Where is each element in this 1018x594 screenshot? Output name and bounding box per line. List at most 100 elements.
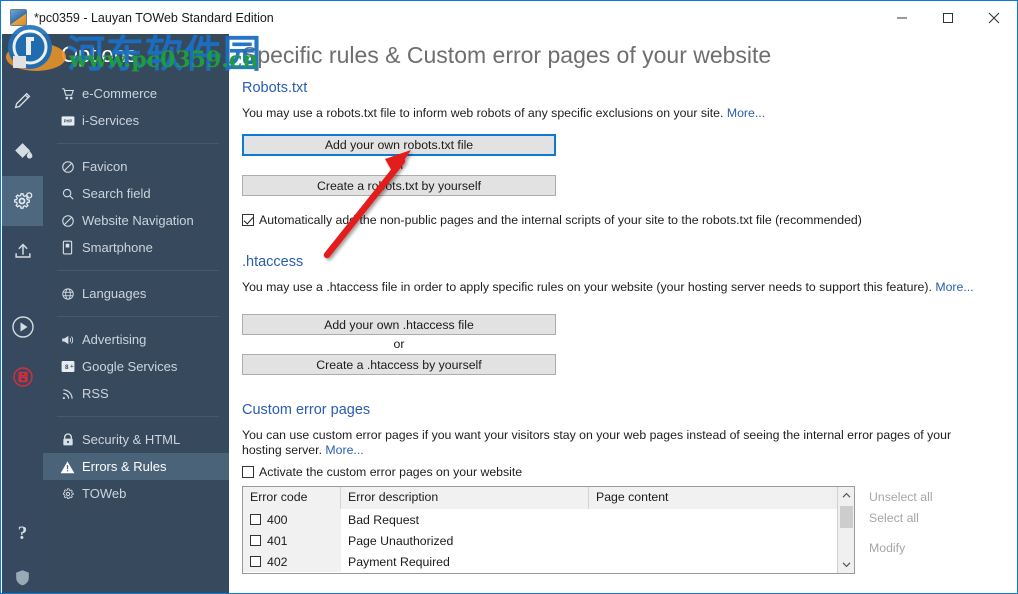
sidebar-item-errors-rules[interactable]: Errors & Rules (43, 453, 229, 480)
error-pages-description: You can use custom error pages if you wa… (242, 428, 982, 458)
sidebar-item-label: TOWeb (82, 486, 127, 501)
row-page-content (589, 551, 832, 572)
table-scrollbar[interactable] (837, 487, 854, 573)
create-robots-button[interactable]: Create a robots.txt by yourself (242, 175, 556, 196)
error-pages-description-line2: server. (285, 443, 322, 457)
row-error-code[interactable]: 401 (243, 530, 341, 551)
sidebar-item-website-navigation[interactable]: Website Navigation (43, 207, 229, 234)
row-checkbox[interactable] (250, 514, 261, 525)
gear-icon (59, 487, 76, 501)
unselect-all-action[interactable]: Unselect all (861, 486, 1001, 507)
minimize-icon[interactable] (879, 1, 925, 34)
sidebar-title: Options (61, 42, 137, 67)
rss-icon (59, 387, 76, 401)
save-icon[interactable] (2, 352, 43, 402)
close-icon[interactable] (971, 1, 1017, 34)
shopping-cart-icon (59, 87, 76, 101)
row-page-content (589, 530, 832, 551)
row-code-label: 401 (267, 533, 288, 548)
sidebar-divider (57, 316, 219, 317)
auto-robots-checkbox[interactable] (242, 214, 254, 226)
table-row[interactable]: 401 Page Unauthorized (243, 530, 837, 551)
robots-description-text: You may use a robots.txt file to inform … (242, 106, 724, 120)
sidebar-item-label: RSS (82, 386, 109, 401)
main-content: Specific rules & Custom error pages of y… (229, 34, 1017, 593)
sidebar-item-label: Favicon (82, 159, 128, 174)
svg-text:8: 8 (65, 364, 69, 371)
play-circle-icon[interactable] (2, 302, 43, 352)
sidebar-item-google-services[interactable]: 8 + Google Services (43, 353, 229, 380)
table-row[interactable]: 402 Payment Required (243, 551, 837, 572)
robots-description: You may use a robots.txt file to inform … (242, 106, 1002, 121)
auto-robots-checkbox-row[interactable]: Automatically add the non-public pages a… (242, 213, 862, 227)
gears-icon[interactable] (2, 176, 43, 226)
sidebar-item-advertising[interactable]: Advertising (43, 326, 229, 353)
upload-icon[interactable] (2, 226, 43, 276)
modify-action[interactable]: Modify (861, 537, 1001, 558)
magnifier-icon (59, 187, 76, 201)
table-actions: Unselect all Select all Modify (861, 486, 1001, 558)
sidebar-item-label: Website Navigation (82, 213, 194, 228)
robots-heading: Robots.txt (242, 80, 308, 96)
toweb-app-icon (10, 9, 27, 26)
maximize-icon[interactable] (925, 1, 971, 34)
table-header-row: Error code Error description Page conten… (243, 487, 837, 509)
htaccess-heading: .htaccess (242, 254, 304, 270)
pencil-icon[interactable] (2, 76, 43, 126)
icon-rail: ? (2, 34, 43, 593)
window-controls (879, 1, 1017, 34)
app-logo (2, 34, 43, 72)
row-error-description: Page Unauthorized (348, 533, 454, 548)
sidebar-item-languages[interactable]: Languages (43, 280, 229, 307)
sidebar-item-search-field[interactable]: Search field (43, 180, 229, 207)
table-body-wrap: Error code Error description Page conten… (243, 487, 837, 573)
column-header-error-description[interactable]: Error description (341, 487, 589, 509)
sidebar-item-toweb[interactable]: TOWeb (43, 480, 229, 507)
scroll-down-icon[interactable] (838, 556, 855, 573)
row-checkbox[interactable] (250, 556, 261, 567)
title-bar: *pc0359 - Lauyan TOWeb Standard Edition (1, 1, 1017, 34)
create-htaccess-button[interactable]: Create a .htaccess by yourself (242, 354, 556, 375)
add-htaccess-button[interactable]: Add your own .htaccess file (242, 314, 556, 335)
row-error-description: Bad Request (348, 512, 420, 527)
sidebar-divider (57, 270, 219, 271)
column-header-page-content[interactable]: Page content (589, 487, 832, 509)
sidebar-item-rss[interactable]: RSS (43, 380, 229, 407)
row-error-code[interactable]: 400 (243, 509, 341, 530)
no-entry-icon (59, 160, 76, 174)
scroll-up-icon[interactable] (838, 487, 855, 504)
row-error-code[interactable]: 402 (243, 551, 341, 572)
window-title: *pc0359 - Lauyan TOWeb Standard Edition (34, 10, 274, 25)
column-header-error-code[interactable]: Error code (243, 487, 341, 509)
scrollbar-thumb[interactable] (839, 506, 853, 528)
sidebar-item-label: e-Commerce (82, 86, 158, 101)
table-row[interactable]: 400 Bad Request (243, 509, 837, 530)
error-pages-heading: Custom error pages (242, 402, 371, 418)
robots-more-link[interactable]: More... (727, 106, 765, 120)
activate-error-pages-row[interactable]: Activate the custom error pages on your … (242, 465, 522, 479)
sidebar-item-label: Errors & Rules (82, 459, 167, 474)
error-pages-more-link[interactable]: More... (325, 443, 363, 457)
sidebar-item-label: Smartphone (82, 240, 153, 255)
sidebar-item-security-html[interactable]: Security & HTML (43, 426, 229, 453)
htaccess-description-text: You may use a .htaccess file in order to… (242, 280, 932, 294)
row-checkbox[interactable] (250, 535, 261, 546)
paint-bucket-icon[interactable] (2, 126, 43, 176)
select-all-action[interactable]: Select all (861, 507, 1001, 528)
sidebar-item-i-services[interactable]: PHP i-Services (43, 107, 229, 134)
activate-error-pages-checkbox[interactable] (242, 466, 254, 478)
sidebar-item-favicon[interactable]: Favicon (43, 153, 229, 180)
htaccess-more-link[interactable]: More... (935, 280, 973, 294)
sidebar-item-e-commerce[interactable]: e-Commerce (43, 80, 229, 107)
htaccess-description: You may use a .htaccess file in order to… (242, 280, 1007, 295)
app-window: *pc0359 - Lauyan TOWeb Standard Edition (0, 0, 1018, 594)
shield-icon[interactable] (2, 552, 43, 593)
add-robots-button[interactable]: Add your own robots.txt file (242, 134, 556, 156)
htaccess-or-label: or (393, 337, 405, 351)
row-error-description: Payment Required (348, 554, 450, 569)
sidebar-item-label: Google Services (82, 359, 178, 374)
sidebar-divider (57, 143, 219, 144)
error-codes-table: Error code Error description Page conten… (242, 486, 855, 574)
sidebar-item-smartphone[interactable]: Smartphone (43, 234, 229, 261)
row-page-content (589, 509, 832, 530)
